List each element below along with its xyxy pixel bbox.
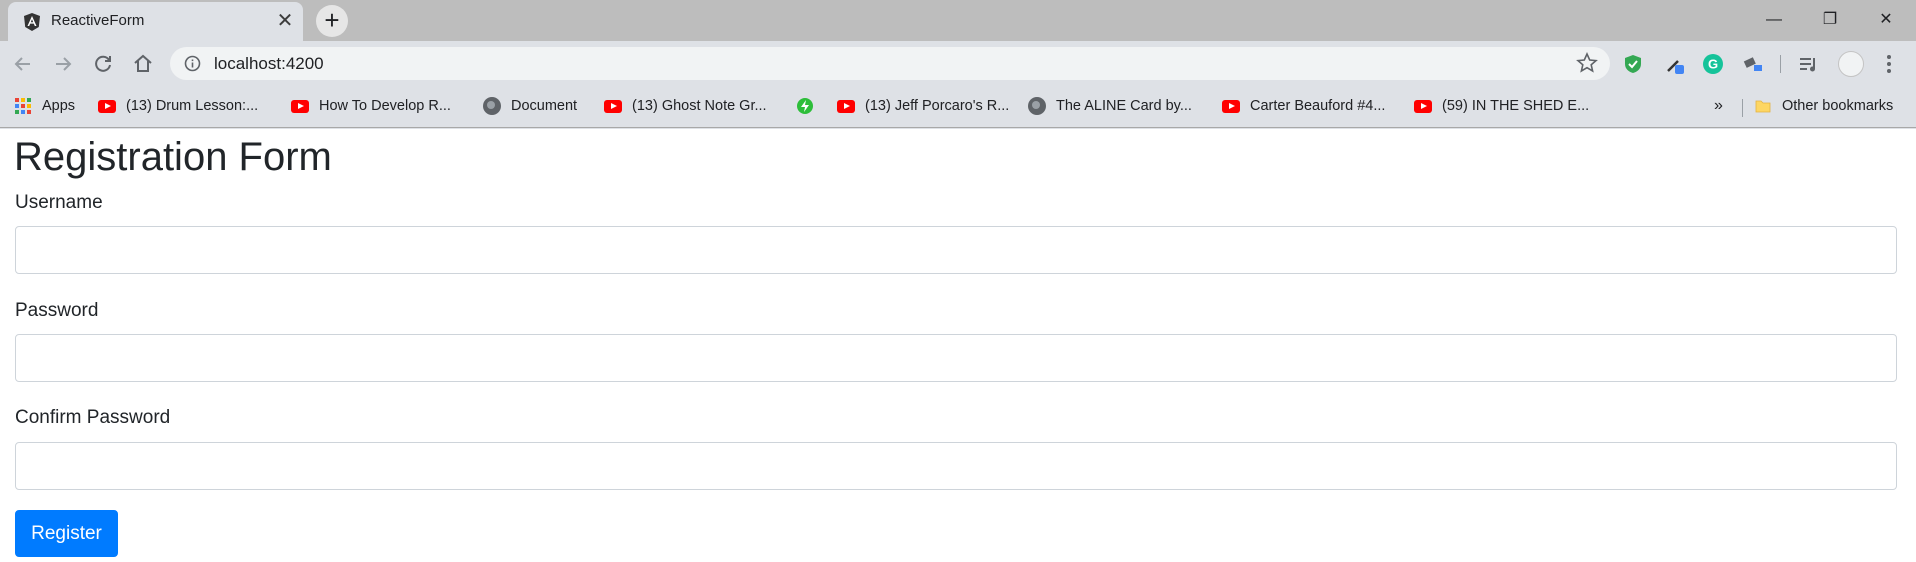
bookmark-label: Carter Beauford #4... bbox=[1250, 98, 1386, 114]
password-label: Password bbox=[15, 300, 99, 321]
bookmarks-overflow-button[interactable]: » bbox=[1714, 95, 1723, 117]
toolbar: localhost:4200 G bbox=[0, 41, 1916, 86]
youtube-icon bbox=[1414, 99, 1432, 113]
bookmark-star-icon[interactable] bbox=[1576, 52, 1598, 74]
bookmark-label: Apps bbox=[42, 98, 76, 114]
browser-chrome: ReactiveForm ✕ + — ❐ ✕ localhost:4200 G … bbox=[0, 0, 1916, 129]
bookmarks-bar: Apps (13) Drum Lesson:... How To Develop… bbox=[0, 86, 1916, 128]
bookmark-label: Document bbox=[511, 98, 578, 114]
green-bolt-icon bbox=[797, 98, 813, 114]
bookmark-label: (13) Ghost Note Gr... bbox=[632, 98, 767, 114]
svg-text:G: G bbox=[1708, 57, 1718, 72]
bookmark-label: The ALINE Card by... bbox=[1056, 98, 1192, 114]
info-icon[interactable] bbox=[184, 55, 201, 72]
password-input[interactable] bbox=[15, 334, 1897, 382]
bookmark-item[interactable]: Carter Beauford #4... bbox=[1222, 95, 1385, 117]
apps-grid-icon bbox=[15, 98, 31, 114]
overflow-chevron-icon: » bbox=[1714, 97, 1723, 114]
bookmark-apps[interactable]: Apps bbox=[14, 95, 75, 117]
register-button[interactable]: Register bbox=[15, 510, 118, 557]
youtube-icon bbox=[837, 99, 855, 113]
globe-icon bbox=[483, 97, 501, 115]
profile-avatar[interactable] bbox=[1838, 51, 1864, 77]
url-text: localhost:4200 bbox=[214, 54, 324, 73]
eyedropper-extension-icon[interactable] bbox=[1664, 53, 1686, 75]
toolbar-divider bbox=[1780, 55, 1781, 73]
new-tab-button[interactable]: + bbox=[316, 5, 348, 37]
forward-icon[interactable] bbox=[50, 51, 76, 77]
browser-tab[interactable]: ReactiveForm ✕ bbox=[8, 2, 303, 41]
menu-kebab-icon[interactable] bbox=[1878, 53, 1900, 75]
confirm-password-input[interactable] bbox=[15, 442, 1897, 490]
other-bookmarks-label: Other bookmarks bbox=[1782, 98, 1894, 114]
bookmark-item[interactable] bbox=[796, 95, 814, 117]
tab-strip: ReactiveForm ✕ + — ❐ ✕ bbox=[0, 0, 1916, 41]
home-icon[interactable] bbox=[130, 51, 156, 77]
window-close-button[interactable]: ✕ bbox=[1858, 0, 1914, 41]
confirm-password-label: Confirm Password bbox=[15, 407, 171, 428]
username-input[interactable] bbox=[15, 226, 1897, 274]
bookmark-label: (59) IN THE SHED E... bbox=[1442, 98, 1590, 114]
bookmark-item[interactable]: How To Develop R... bbox=[291, 95, 451, 117]
bookmark-item[interactable]: (59) IN THE SHED E... bbox=[1414, 95, 1589, 117]
bookmark-item[interactable]: Document bbox=[483, 95, 577, 117]
bookmarks-divider bbox=[1742, 99, 1743, 117]
globe-icon bbox=[1028, 97, 1046, 115]
address-bar[interactable]: localhost:4200 bbox=[170, 47, 1610, 80]
bookmark-label: (13) Drum Lesson:... bbox=[126, 98, 259, 114]
angular-icon bbox=[24, 13, 40, 31]
grammarly-icon[interactable]: G bbox=[1702, 53, 1724, 75]
bookmark-item[interactable]: The ALINE Card by... bbox=[1028, 95, 1192, 117]
youtube-icon bbox=[98, 99, 116, 113]
youtube-icon bbox=[604, 99, 622, 113]
bookmark-item[interactable]: (13) Jeff Porcaro's R... bbox=[837, 95, 1009, 117]
other-bookmarks-folder[interactable]: Other bookmarks bbox=[1754, 95, 1893, 117]
username-label: Username bbox=[15, 192, 103, 213]
tab-title: ReactiveForm bbox=[51, 12, 145, 29]
shield-extension-icon[interactable] bbox=[1622, 53, 1644, 75]
bookmark-label: How To Develop R... bbox=[319, 98, 451, 114]
bookmark-item[interactable]: (13) Ghost Note Gr... bbox=[604, 95, 767, 117]
close-tab-icon[interactable]: ✕ bbox=[274, 10, 296, 32]
page-title: Registration Form bbox=[14, 135, 332, 179]
youtube-icon bbox=[291, 99, 309, 113]
bookmark-label: (13) Jeff Porcaro's R... bbox=[865, 98, 1010, 114]
media-control-icon[interactable] bbox=[1797, 53, 1819, 75]
back-icon[interactable] bbox=[10, 51, 36, 77]
satellite-extension-icon[interactable] bbox=[1742, 53, 1764, 75]
reload-icon[interactable] bbox=[90, 51, 116, 77]
restore-button[interactable]: ❐ bbox=[1802, 0, 1858, 41]
bookmark-item[interactable]: (13) Drum Lesson:... bbox=[98, 95, 258, 117]
youtube-icon bbox=[1222, 99, 1240, 113]
page-content: Registration Form Username Password Conf… bbox=[0, 129, 1916, 562]
folder-icon bbox=[1755, 100, 1771, 113]
minimize-button[interactable]: — bbox=[1746, 0, 1802, 41]
